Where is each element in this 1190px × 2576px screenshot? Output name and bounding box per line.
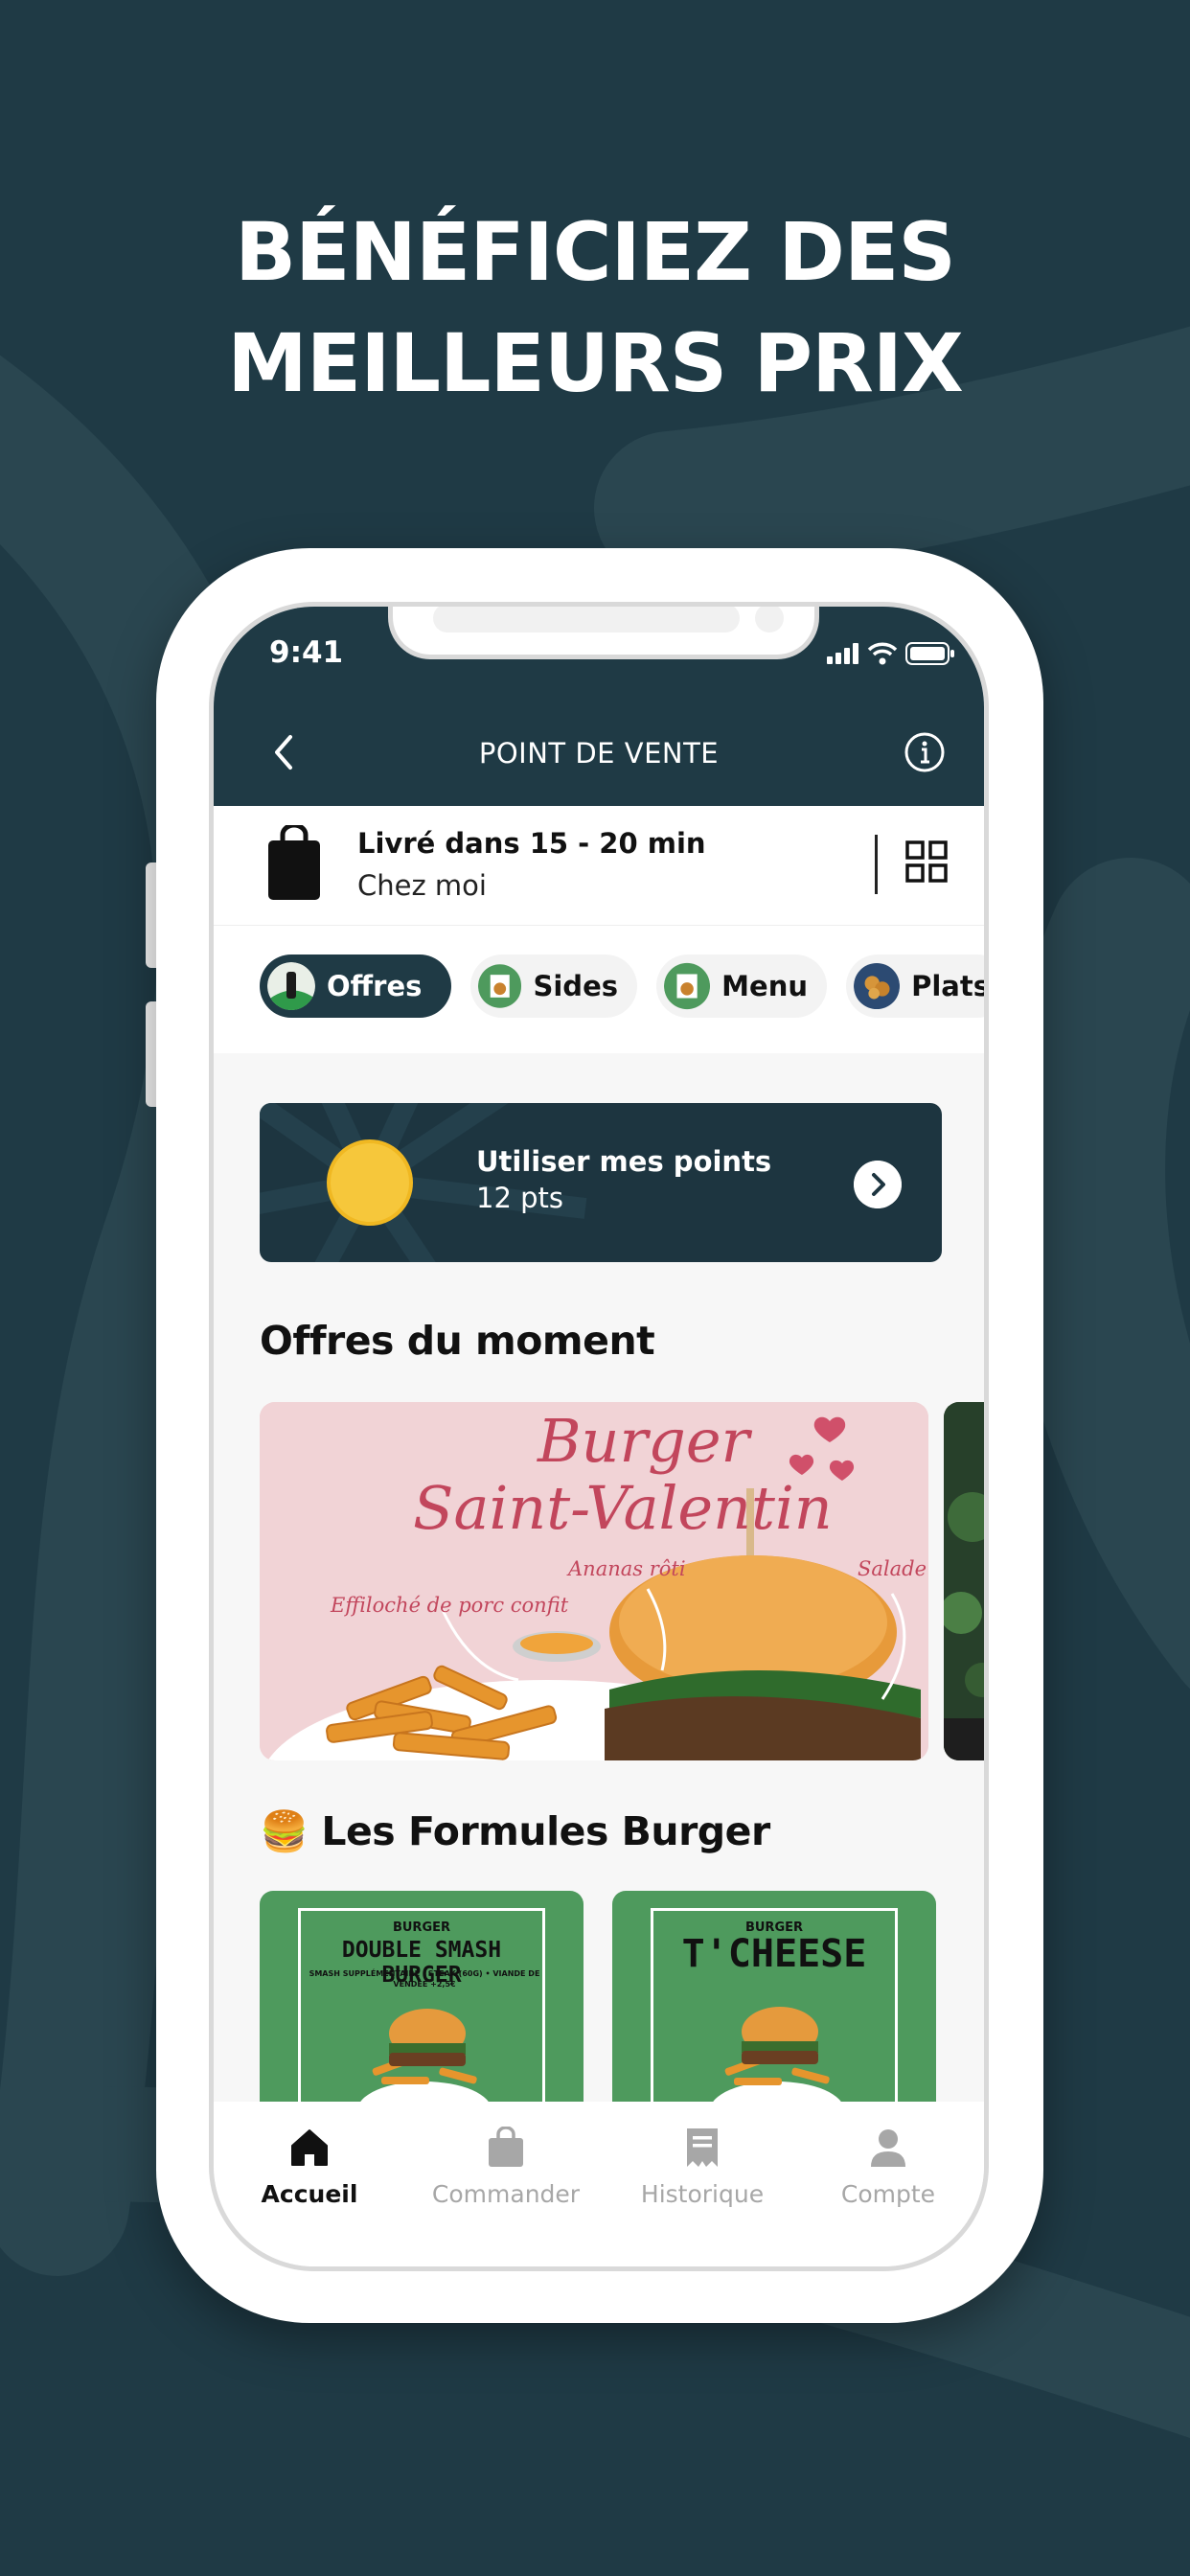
chip-label: Sides [533, 970, 618, 1002]
promo-script-line-2: Saint-Valentin [413, 1473, 833, 1543]
speaker-grille [433, 607, 740, 632]
signal-icon [827, 643, 858, 664]
formules-title-text: Les Formules Burger [321, 1808, 770, 1854]
status-time: 9:41 [269, 635, 344, 670]
delivery-time: Livré dans 15 - 20 min [357, 827, 706, 860]
chip-offres[interactable]: Offres [260, 954, 451, 1018]
tab-label: Historique [640, 2180, 765, 2208]
formule-category: BURGER [392, 1920, 451, 1935]
status-icons [827, 641, 955, 666]
chip-thumbnail [854, 962, 901, 1010]
promo-label-right: Salade [858, 1557, 927, 1580]
headline-line-2: MEILLEURS PRIX [227, 316, 964, 410]
tab-label: Commander [431, 2180, 581, 2208]
promo-next-image [944, 1402, 984, 1760]
headline-line-1: BÉNÉFICIEZ DES [235, 205, 956, 299]
grid-view-icon[interactable] [905, 840, 948, 883]
formule-note: SMASH SUPPLÉMENTAIRE : STEAK (60G) • VIA… [309, 1969, 540, 1989]
chip-menu[interactable]: Menu [656, 954, 827, 1018]
front-camera [755, 607, 784, 632]
user-icon [871, 2129, 905, 2167]
tab-label: Accueil [261, 2180, 358, 2208]
sun-icon [327, 1139, 413, 1226]
use-points-card[interactable]: Utiliser mes points 12 pts [260, 1103, 942, 1262]
marketing-headline: BÉNÉFICIEZ DES MEILLEURS PRIX [0, 196, 1190, 419]
chip-label: Plats [911, 970, 989, 1002]
phone-screen: 9:41 POINT DE VENTE Livré dans 15 - 20 m… [209, 602, 989, 2271]
promo-banner-saint-valentin[interactable]: Burger Saint-Valentin Effiloché de porc … [260, 1402, 928, 1760]
formule-frame: BURGER T'CHEESE [651, 1908, 898, 2102]
chip-thumbnail [267, 962, 315, 1010]
delivery-info[interactable]: Livré dans 15 - 20 min Chez moi [214, 806, 984, 925]
tab-historique[interactable]: Historique [606, 2127, 798, 2208]
promo-label-mid: Ananas rôti [568, 1557, 686, 1580]
formules-section-title: 🍔 Les Formules Burger [260, 1808, 770, 1855]
divider [875, 835, 878, 894]
shopping-bag-icon [268, 825, 320, 900]
shopping-bag-icon [489, 2126, 523, 2167]
formule-title: T'CHEESE [681, 1932, 867, 1976]
category-chips: Offres Sides Menu Plats [214, 925, 984, 1053]
chevron-right-icon[interactable] [854, 1161, 902, 1208]
chip-label: Offres [327, 970, 423, 1002]
burger-emoji-icon: 🍔 [260, 1808, 309, 1854]
offers-section-title: Offres du moment [260, 1318, 655, 1364]
bottom-tab-bar: Accueil Commander Historique Compte [214, 2102, 984, 2266]
receipt-icon [687, 2128, 718, 2167]
chip-thumbnail [478, 964, 522, 1008]
page-title: POINT DE VENTE [478, 737, 720, 770]
delivery-address: Chez moi [357, 869, 487, 902]
formule-frame: BURGER DOUBLE SMASH BURGER SMASH SUPPLÉM… [298, 1908, 545, 2102]
points-value: 12 pts [476, 1182, 564, 1214]
chip-label: Menu [721, 970, 808, 1002]
info-icon[interactable] [904, 731, 946, 773]
tab-compte[interactable]: Compte [792, 2127, 984, 2208]
chip-thumbnail [664, 962, 711, 1010]
tab-label: Compte [840, 2180, 936, 2208]
battery-icon [905, 642, 954, 665]
phone-notch [388, 607, 819, 659]
promo-banner-next[interactable] [944, 1402, 984, 1760]
burger-fries-image [713, 2007, 841, 2102]
burger-fries-image [360, 2009, 489, 2102]
wifi-icon [867, 642, 898, 665]
formule-card-tcheese[interactable]: BURGER T'CHEESE [612, 1891, 936, 2102]
points-title: Utiliser mes points [476, 1145, 772, 1178]
tab-accueil[interactable]: Accueil [214, 2127, 405, 2208]
tab-commander[interactable]: Commander [410, 2126, 602, 2208]
formule-card-double-smash[interactable]: BURGER DOUBLE SMASH BURGER SMASH SUPPLÉM… [260, 1891, 584, 2102]
promo-label-left: Effiloché de porc confit [331, 1594, 569, 1617]
chip-plats[interactable]: Plats [846, 954, 989, 1018]
promo-script-line-1: Burger [538, 1406, 750, 1476]
home-icon [291, 2129, 328, 2166]
chip-sides[interactable]: Sides [470, 954, 637, 1018]
